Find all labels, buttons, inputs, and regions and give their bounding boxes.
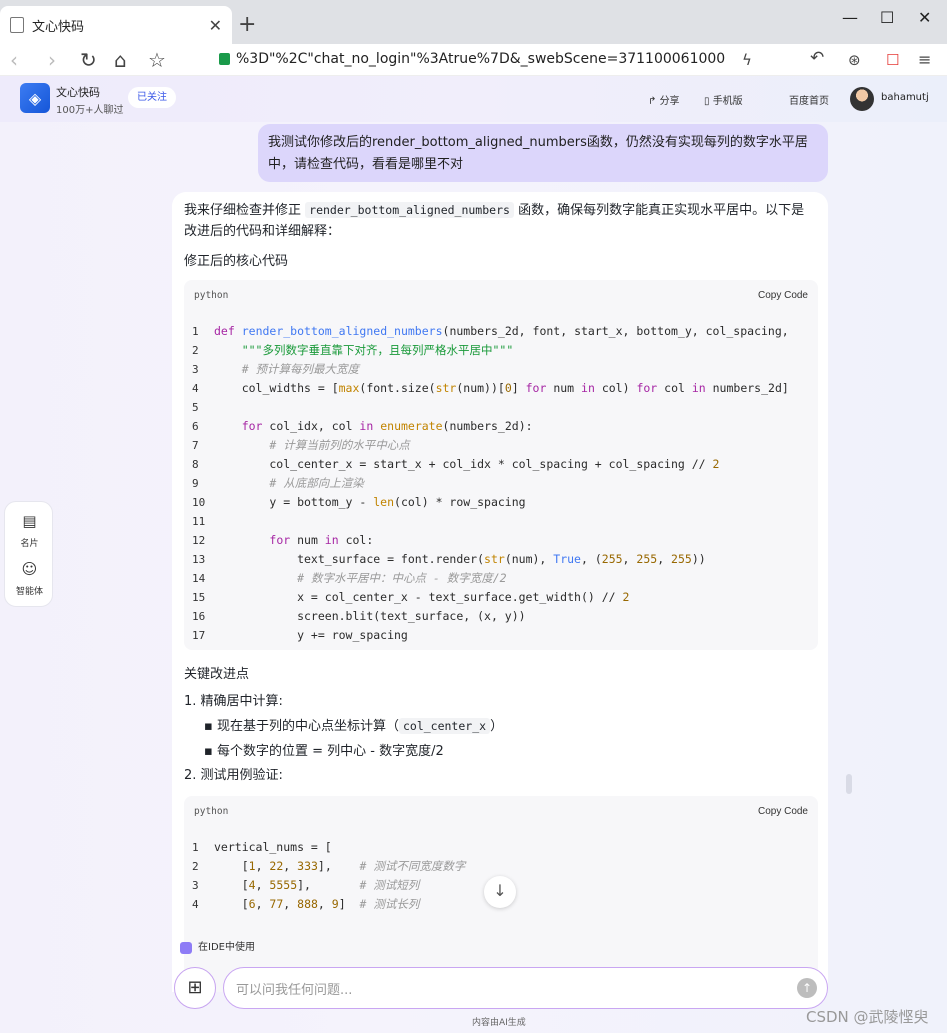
mobile-link[interactable]: ▯ 手机版	[704, 92, 743, 107]
code-line: 10 y = bottom_y - len(col) * row_spacing	[192, 495, 526, 509]
code-line: 1 vertical_nums = [	[192, 840, 332, 854]
code-line: 1 def render_bottom_aligned_numbers(numbe…	[192, 324, 789, 338]
send-icon[interactable]: ↑	[797, 978, 817, 998]
menu-icon[interactable]: ≡	[918, 50, 931, 69]
code-line: 14 # 数字水平居中：中心点 - 数字宽度/2	[192, 571, 507, 585]
mobile-label: 手机版	[712, 96, 743, 107]
list-item-2: 2. 测试用例验证:	[184, 768, 283, 783]
code-lang: python	[194, 805, 229, 817]
code-line: 3 # 预计算每列最大宽度	[192, 362, 360, 376]
tab-title: 文心快码	[32, 19, 85, 35]
reload-icon[interactable]: ↻	[80, 48, 97, 72]
scrollbar-thumb[interactable]	[846, 774, 852, 794]
intro-pre: 我来仔细检查并修正	[184, 203, 306, 218]
code-line: 7 # 计算当前列的水平中心点	[192, 438, 410, 452]
url-field[interactable]: %3D"%2C"chat_no_login"%3Atrue%7D&_swebSc…	[236, 51, 726, 67]
address-bar: ‹ › ↻ ⌂ ☆ %3D"%2C"chat_no_login"%3Atrue%…	[0, 44, 947, 76]
list-item-1: 1. 精确居中计算:	[184, 694, 283, 709]
code-line: 2 [1, 22, 333], # 测试不同宽度数字	[192, 859, 466, 873]
maximize-icon[interactable]: ☐	[880, 8, 894, 27]
share-label: 分享	[659, 96, 680, 107]
code-line: 5	[192, 401, 199, 414]
app-name: 文心快码	[56, 86, 100, 99]
use-in-ide-button[interactable]: 在IDE中使用	[174, 937, 263, 959]
code-line: 11	[192, 515, 206, 528]
ai-footer: 内容由AI生成	[472, 1018, 526, 1028]
star-icon[interactable]: ☆	[148, 48, 166, 72]
app-logo: ◈	[20, 83, 50, 113]
user-message: 我测试你修改后的render_bottom_aligned_numbers函数，…	[258, 124, 828, 182]
browser-tab[interactable]: 文心快码 ✕	[0, 6, 232, 44]
minimize-icon[interactable]: —	[842, 8, 858, 27]
share-link[interactable]: ↱ 分享	[648, 92, 680, 107]
username[interactable]: bahamutj	[881, 92, 929, 103]
copy-code-button[interactable]: Copy Code	[758, 290, 808, 301]
code-block-1: python Copy Code 1 def render_bottom_alig…	[184, 280, 818, 650]
undo-icon[interactable]: ↶	[810, 48, 824, 68]
code-line: 15 x = col_center_x - text_surface.get_w…	[192, 590, 630, 604]
ide-icon	[180, 942, 192, 954]
agent-icon[interactable]: ☺	[5, 560, 54, 578]
close-window-icon[interactable]: ✕	[918, 8, 931, 27]
scroll-down-button[interactable]: ↓	[484, 876, 516, 908]
app-area: ◈ 文心快码 100万+人聊过 已关注 ↱ 分享 ▯ 手机版 百度首页 baha…	[0, 76, 947, 1033]
code-line: 6 for col_idx, col in enumerate(numbers_…	[192, 419, 533, 433]
code-line: 4 col_widths = [max(font.size(str(num))[…	[192, 381, 789, 395]
agent-label[interactable]: 智能体	[5, 584, 54, 597]
watermark: CSDN @武陵悭臾	[806, 1008, 929, 1026]
code-line: 17 y += row_spacing	[192, 628, 408, 642]
input-placeholder: 可以问我任何问题...	[236, 982, 353, 998]
code-line: 9 # 从底部向上渲染	[192, 476, 364, 490]
core-heading: 修正后的核心代码	[184, 254, 289, 269]
code-line: 2 """多列数字垂直靠下对齐，且每列严格水平居中"""	[192, 343, 514, 357]
forward-icon[interactable]: ›	[48, 48, 56, 72]
improve-heading: 关键改进点	[184, 667, 250, 682]
code-line: 12 for num in col:	[192, 533, 374, 547]
browser-tabbar: 文心快码 ✕ + — ☐ ✕	[0, 0, 947, 44]
back-icon[interactable]: ‹	[10, 48, 18, 72]
code-lang: python	[194, 289, 229, 301]
app-subtitle: 100万+人聊过	[56, 105, 124, 116]
follow-button[interactable]: 已关注	[128, 87, 176, 108]
avatar[interactable]	[850, 87, 874, 111]
app-header: ◈ 文心快码 100万+人聊过 已关注 ↱ 分享 ▯ 手机版 百度首页 baha…	[0, 76, 947, 122]
baidu-home-link[interactable]: 百度首页	[789, 92, 829, 107]
lightning-icon[interactable]: ϟ	[742, 51, 752, 69]
code-header: python Copy Code	[184, 280, 818, 310]
side-float-panel: ▤ 名片 ☺ 智能体	[4, 501, 53, 607]
lock-icon	[219, 53, 230, 65]
code-line: 16 screen.blit(text_surface, (x, y))	[192, 609, 526, 623]
new-tab-icon[interactable]: +	[238, 12, 256, 37]
assistant-reply: 我来仔细检查并修正 render_bottom_aligned_numbers …	[172, 192, 828, 992]
page-icon	[10, 17, 24, 33]
card-label[interactable]: 名片	[5, 536, 54, 549]
card-icon[interactable]: ▤	[5, 512, 54, 530]
code-body: 1 def render_bottom_aligned_numbers(numbe…	[184, 310, 818, 649]
chat-input[interactable]: 可以问我任何问题... ↑	[223, 967, 828, 1009]
bullet-2: ▪ 每个数字的位置 = 列中心 - 数字宽度/2	[204, 744, 444, 759]
close-tab-icon[interactable]: ✕	[209, 16, 222, 35]
reply-intro: 我来仔细检查并修正 render_bottom_aligned_numbers …	[184, 200, 816, 242]
intro-code: render_bottom_aligned_numbers	[305, 202, 514, 218]
code-line: 8 col_center_x = start_x + col_idx * col…	[192, 457, 720, 471]
code-line: 13 text_surface = font.render(str(num), …	[192, 552, 706, 566]
ide-label: 在IDE中使用	[198, 942, 255, 953]
home-icon[interactable]: ⌂	[114, 48, 127, 72]
extension-icon[interactable]: ⊛	[848, 51, 861, 69]
copy-code-button[interactable]: Copy Code	[758, 806, 808, 817]
comment-icon[interactable]: ☐	[886, 51, 899, 69]
code-header: python Copy Code	[184, 796, 818, 826]
bullet-1: ▪ 现在基于列的中心点坐标计算（ col_center_x）	[204, 718, 504, 734]
toolbox-button[interactable]: ⊞	[174, 967, 216, 1009]
